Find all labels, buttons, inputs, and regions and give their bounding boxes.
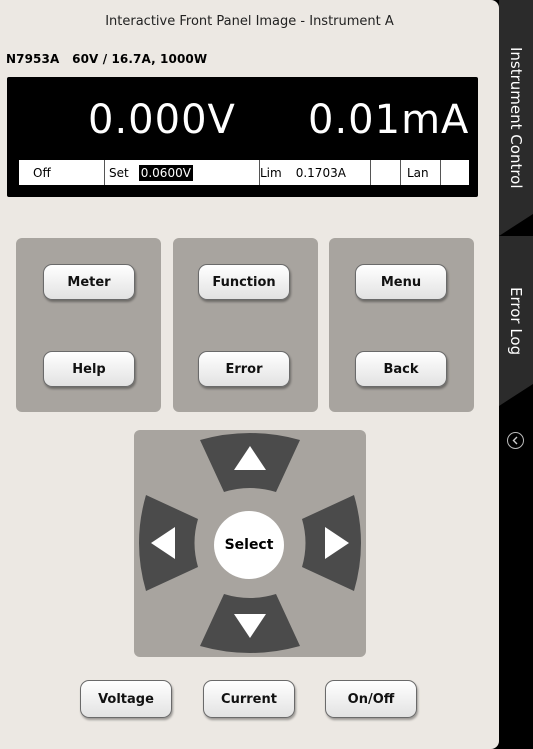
arrow-left-button[interactable] [139, 495, 198, 591]
status-bar: Off Set 0.0600V Lim 0.1703A Lan [19, 160, 469, 185]
arrow-up-button[interactable] [200, 433, 300, 492]
interface-label: Lan [407, 165, 429, 180]
tab-instrument-control[interactable]: Instrument Control [499, 0, 533, 236]
current-readout: 0.01mA [308, 97, 470, 143]
onoff-button[interactable]: On/Off [325, 680, 417, 718]
voltage-button[interactable]: Voltage [80, 680, 172, 718]
model-label: N7953A 60V / 16.7A, 1000W [6, 52, 208, 66]
tab-divider-2 [499, 384, 533, 406]
current-button[interactable]: Current [203, 680, 295, 718]
tab-instrument-control-label: Instrument Control [507, 47, 525, 189]
help-button[interactable]: Help [43, 351, 135, 387]
set-label: Set [109, 165, 129, 180]
select-button[interactable]: Select [214, 511, 284, 579]
back-button[interactable]: Back [355, 351, 447, 387]
tab-error-log-label: Error Log [507, 286, 525, 356]
tab-error-log[interactable]: Error Log [499, 236, 533, 406]
output-state: Off [33, 165, 51, 180]
lim-label: Lim [260, 165, 282, 180]
chevron-left-icon [512, 436, 518, 445]
arrow-down-button[interactable] [200, 594, 300, 653]
menu-button[interactable]: Menu [355, 264, 447, 300]
function-button[interactable]: Function [198, 264, 290, 300]
error-button[interactable]: Error [198, 351, 290, 387]
arrow-right-button[interactable] [302, 495, 361, 591]
set-value: 0.0600V [138, 164, 193, 181]
collapse-panel-button[interactable] [507, 432, 524, 449]
meter-button[interactable]: Meter [43, 264, 135, 300]
tab-divider [499, 214, 533, 236]
panel-title: Interactive Front Panel Image - Instrume… [105, 14, 394, 29]
front-panel: Interactive Front Panel Image - Instrume… [0, 0, 499, 749]
lim-value: 0.1703A [295, 165, 346, 180]
voltage-readout: 0.000V [88, 97, 236, 143]
